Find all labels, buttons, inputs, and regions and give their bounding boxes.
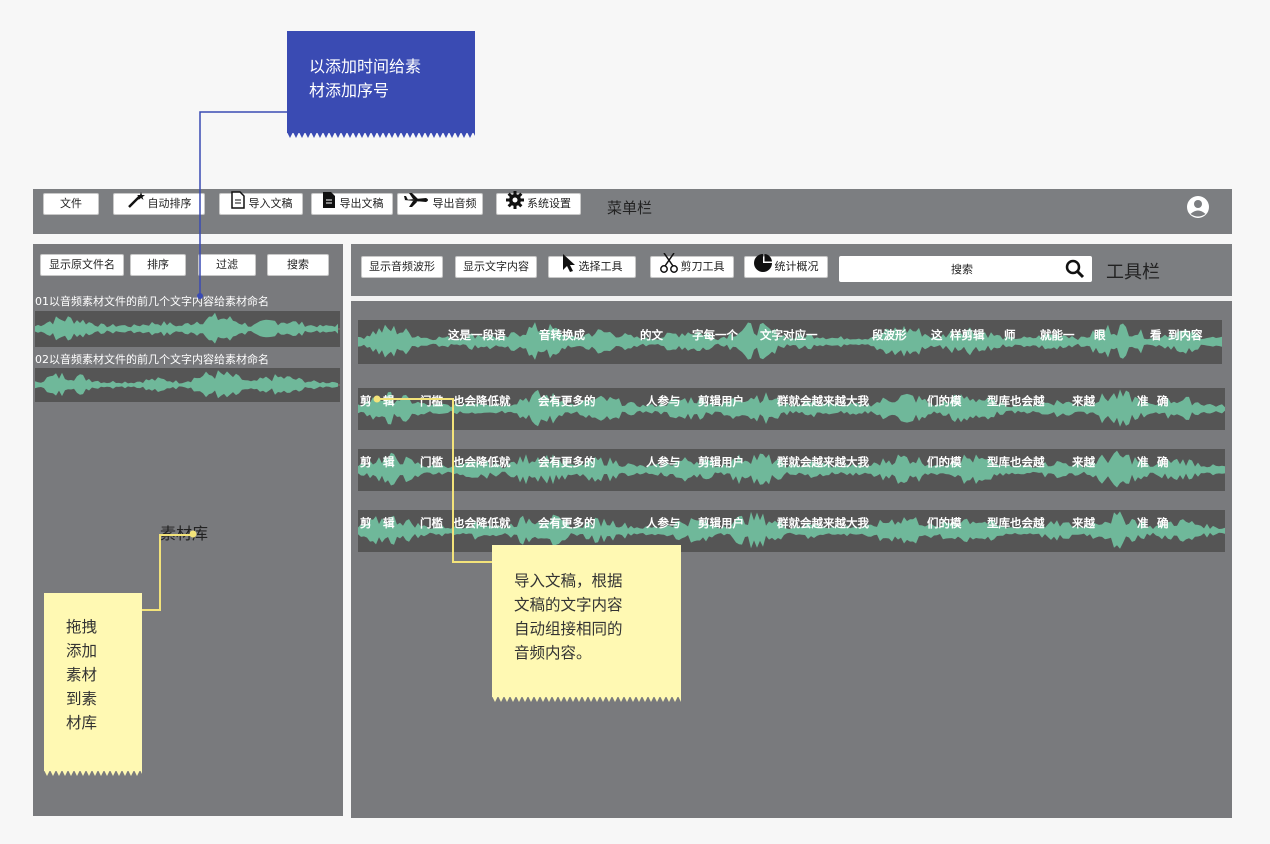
clip-waveform-01[interactable] <box>35 311 340 347</box>
show-filename-button[interactable]: 显示原文件名 <box>40 254 124 276</box>
track2-word: 来越 <box>1072 394 1095 408</box>
track4-word: 们的模 <box>927 516 962 530</box>
filter-button[interactable]: 过滤 <box>198 254 256 276</box>
track4-word: 确 <box>1157 516 1169 530</box>
track3-word: 群就会越来越大我 <box>777 455 869 469</box>
track4-word: 群就会越来越大我 <box>777 516 869 530</box>
material-library-label: 素材库 <box>160 524 209 543</box>
menu-file-button[interactable]: 文件 <box>43 193 99 215</box>
magic-wand-icon <box>127 192 145 216</box>
document-filled-icon <box>321 191 337 217</box>
airplane-icon <box>403 193 430 215</box>
track4-word: 剪 <box>360 516 372 530</box>
track3-word: 辑 <box>383 455 395 469</box>
track2-word: 剪辑用户 <box>698 394 744 408</box>
track3-word: 型库也会越 <box>987 455 1045 469</box>
track4-word: 辑 <box>383 516 395 530</box>
track3-word: 剪 <box>360 455 372 469</box>
user-avatar-icon[interactable] <box>1186 195 1210 222</box>
track2-word: 剪 <box>360 394 372 408</box>
track1-word: 就能一 <box>1040 328 1075 342</box>
track3-word: 也会降低就 <box>453 455 511 469</box>
toolbar-label: 工具栏 <box>1106 262 1160 283</box>
menu-settings-button[interactable]: 系统设置 <box>496 191 581 217</box>
statistics-button[interactable]: 统计概况 <box>744 254 828 280</box>
track1-word: 字每一个 <box>692 328 738 342</box>
scissors-tool-button[interactable]: 剪刀工具 <box>650 252 734 281</box>
track1-word: 这是一段语 <box>448 328 506 342</box>
import-script-note: 导入文稿，根据 文稿的文字内容 自动组接相同的 音频内容。 <box>492 545 681 702</box>
sort-button[interactable]: 排序 <box>130 254 186 276</box>
cursor-arrow-icon <box>562 254 576 280</box>
track3-word: 人参与 <box>646 455 681 469</box>
track2-word: 门槛 <box>420 394 443 408</box>
track2-word: 确 <box>1157 394 1169 408</box>
menu-auto-sort-button[interactable]: 自动排序 <box>113 192 205 216</box>
track2-word: 人参与 <box>646 394 681 408</box>
track1-word: 的文 <box>640 328 663 342</box>
track2-word: 准 <box>1137 394 1149 408</box>
track1-word: 音转换成 <box>539 328 585 342</box>
track1-word: 段波形 <box>872 328 907 342</box>
drag-material-note: 拖拽 添加 素材 到素 材库 <box>44 593 142 776</box>
show-waveform-button[interactable]: 显示音频波形 <box>361 256 443 278</box>
track1-word: 样剪辑 <box>950 328 985 342</box>
track1-word: 这 <box>931 328 943 342</box>
toolbar-divider <box>351 296 1232 301</box>
track4-word: 会有更多的 <box>538 516 596 530</box>
search-placeholder: 搜索 <box>951 263 973 276</box>
show-text-button[interactable]: 显示文字内容 <box>455 256 537 278</box>
track4-word: 来越 <box>1072 516 1095 530</box>
track2-word: 群就会越来越大我 <box>777 394 869 408</box>
scissors-icon <box>659 252 678 281</box>
clip-waveform-02[interactable] <box>35 368 340 402</box>
track2-word: 辑 <box>383 394 395 408</box>
clip-name-01: 01以音频素材文件的前几个文字内容给素材命名 <box>35 295 269 308</box>
waveform-svg <box>35 370 340 399</box>
track3-word: 确 <box>1157 455 1169 469</box>
track1-word: 文字对应一 <box>760 328 818 342</box>
track3-word: 来越 <box>1072 455 1095 469</box>
track2-word: 型库也会越 <box>987 394 1045 408</box>
pie-chart-icon <box>753 254 772 280</box>
track1-word: 看 <box>1150 328 1162 342</box>
menu-export-script-button[interactable]: 导出文稿 <box>311 191 393 217</box>
clip-name-02: 02以音频素材文件的前几个文字内容给素材命名 <box>35 353 269 366</box>
note-zigzag <box>44 770 142 776</box>
track4-word: 型库也会越 <box>987 516 1045 530</box>
track3-word: 剪辑用户 <box>698 455 744 469</box>
track4-word: 剪辑用户 <box>698 516 744 530</box>
gear-icon <box>506 191 524 217</box>
track1-word: 到内容 <box>1168 328 1203 342</box>
track3-word: 们的模 <box>927 455 962 469</box>
track2-word: 也会降低就 <box>453 394 511 408</box>
waveform-svg <box>35 312 340 344</box>
track2-word: 会有更多的 <box>538 394 596 408</box>
track1-word: 师 <box>1004 328 1016 342</box>
menu-import-script-button[interactable]: 导入文稿 <box>219 191 303 217</box>
menu-export-audio-button[interactable]: 导出音频 <box>397 193 483 215</box>
editor-search-input[interactable]: 搜索 <box>839 256 1092 282</box>
sequence-note: 以添加时间给素 材添加序号 <box>287 31 475 138</box>
note-zigzag <box>287 132 475 138</box>
menubar-label: 菜单栏 <box>607 199 653 217</box>
track3-word: 会有更多的 <box>538 455 596 469</box>
select-tool-button[interactable]: 选择工具 <box>548 254 636 280</box>
track2-word: 们的模 <box>927 394 962 408</box>
track3-word: 门槛 <box>420 455 443 469</box>
track4-word: 准 <box>1137 516 1149 530</box>
track4-word: 门槛 <box>420 516 443 530</box>
track3-word: 准 <box>1137 455 1149 469</box>
document-icon <box>230 191 246 217</box>
note-zigzag <box>492 696 681 702</box>
track4-word: 人参与 <box>646 516 681 530</box>
track1-word: 眼 <box>1094 328 1106 342</box>
search-icon[interactable] <box>1065 259 1085 282</box>
library-search-button[interactable]: 搜索 <box>267 254 329 276</box>
track4-word: 也会降低就 <box>453 516 511 530</box>
